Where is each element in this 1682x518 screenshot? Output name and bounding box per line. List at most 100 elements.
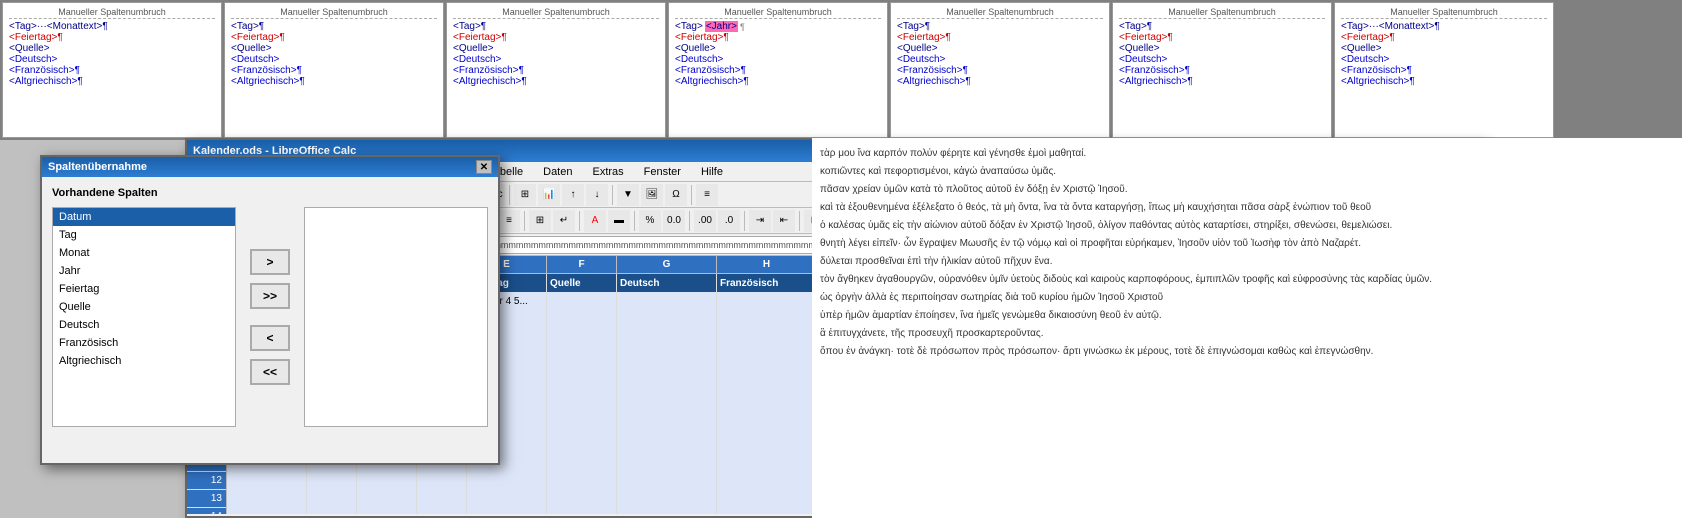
- cell[interactable]: [307, 508, 357, 514]
- cell[interactable]: [547, 508, 617, 514]
- cell[interactable]: [417, 490, 467, 508]
- cell[interactable]: [357, 508, 417, 514]
- cell[interactable]: [617, 436, 717, 454]
- move-left-button[interactable]: <: [250, 325, 290, 351]
- cell[interactable]: [467, 472, 547, 490]
- outdent-button[interactable]: ⇤: [773, 210, 795, 232]
- list-item[interactable]: Deutsch: [53, 316, 235, 334]
- cell[interactable]: [307, 490, 357, 508]
- list-item[interactable]: Quelle: [53, 298, 235, 316]
- dialog-close-button[interactable]: ✕: [476, 160, 492, 174]
- cell[interactable]: [717, 382, 817, 400]
- col-header-g[interactable]: G: [617, 256, 717, 273]
- cell[interactable]: [617, 454, 717, 472]
- cell[interactable]: [717, 508, 817, 514]
- menu-hilfe[interactable]: Hilfe: [697, 164, 727, 180]
- move-all-left-button[interactable]: <<: [250, 359, 290, 385]
- cell[interactable]: [467, 490, 547, 508]
- menu-extras[interactable]: Extras: [588, 164, 627, 180]
- list-item[interactable]: Französisch: [53, 334, 235, 352]
- cell[interactable]: [617, 508, 717, 514]
- cell[interactable]: [417, 508, 467, 514]
- cell[interactable]: [227, 490, 307, 508]
- selected-columns-list[interactable]: [304, 207, 488, 427]
- number-format-button[interactable]: 0.0: [663, 210, 685, 232]
- cell[interactable]: [717, 328, 817, 346]
- cell-h3[interactable]: [717, 310, 817, 328]
- cell[interactable]: [717, 436, 817, 454]
- image-button[interactable]: 🖼: [641, 184, 663, 206]
- wrap-button[interactable]: ↵: [553, 210, 575, 232]
- indent-button[interactable]: ⇥: [749, 210, 771, 232]
- bg-color-button[interactable]: ▬: [608, 210, 630, 232]
- cell-f2[interactable]: [547, 292, 617, 310]
- cell[interactable]: [717, 418, 817, 436]
- cell-f1[interactable]: Quelle: [547, 274, 617, 292]
- spaltenuebernahme-dialog[interactable]: Spaltenübernahme ✕ Vorhandene Spalten Da…: [40, 155, 500, 465]
- filter-button[interactable]: ▼: [617, 184, 639, 206]
- cell-g2[interactable]: [617, 292, 717, 310]
- cell[interactable]: [617, 346, 717, 364]
- special-char-button[interactable]: Ω: [665, 184, 687, 206]
- list-item[interactable]: Altgriechisch: [53, 352, 235, 370]
- cell-g1[interactable]: Deutsch: [617, 274, 717, 292]
- cell[interactable]: [547, 400, 617, 418]
- cell[interactable]: [467, 508, 547, 514]
- cell[interactable]: [547, 454, 617, 472]
- cell[interactable]: [547, 490, 617, 508]
- menu-fenster[interactable]: Fenster: [640, 164, 685, 180]
- cell[interactable]: [307, 472, 357, 490]
- cell[interactable]: [617, 490, 717, 508]
- cell[interactable]: [617, 328, 717, 346]
- cell[interactable]: [227, 472, 307, 490]
- align-justify-button[interactable]: ≡: [498, 210, 520, 232]
- cell[interactable]: [617, 472, 717, 490]
- cell[interactable]: [547, 328, 617, 346]
- list-item[interactable]: Jahr: [53, 262, 235, 280]
- cell[interactable]: [547, 364, 617, 382]
- cell-h2[interactable]: [717, 292, 817, 310]
- more-button[interactable]: ≡: [696, 184, 718, 206]
- cell[interactable]: [547, 346, 617, 364]
- cell[interactable]: [717, 346, 817, 364]
- available-columns-list[interactable]: Datum Tag Monat Jahr Feiertag Quelle Deu…: [52, 207, 236, 427]
- sort-asc-button[interactable]: ↑: [562, 184, 584, 206]
- move-all-right-button[interactable]: >>: [250, 283, 290, 309]
- cell[interactable]: [547, 472, 617, 490]
- cell[interactable]: [617, 418, 717, 436]
- cell[interactable]: [717, 454, 817, 472]
- cell[interactable]: [227, 508, 307, 514]
- remove-decimal-button[interactable]: .0: [718, 210, 740, 232]
- sort-desc-button[interactable]: ↓: [586, 184, 608, 206]
- cell[interactable]: [717, 364, 817, 382]
- table-button[interactable]: ⊞: [514, 184, 536, 206]
- move-right-button[interactable]: >: [250, 249, 290, 275]
- cell[interactable]: [617, 364, 717, 382]
- percent-button[interactable]: %: [639, 210, 661, 232]
- cell-h1[interactable]: Französisch: [717, 274, 817, 292]
- cell[interactable]: [717, 472, 817, 490]
- list-item[interactable]: Feiertag: [53, 280, 235, 298]
- col-header-f[interactable]: F: [547, 256, 617, 273]
- cell[interactable]: [547, 382, 617, 400]
- cell[interactable]: [717, 490, 817, 508]
- list-item[interactable]: Tag: [53, 226, 235, 244]
- add-decimal-button[interactable]: .00: [694, 210, 716, 232]
- font-color-button[interactable]: A: [584, 210, 606, 232]
- col-header-h[interactable]: H: [717, 256, 817, 273]
- list-item[interactable]: Monat: [53, 244, 235, 262]
- cell[interactable]: [417, 472, 467, 490]
- list-item[interactable]: Datum: [53, 208, 235, 226]
- cell[interactable]: [717, 400, 817, 418]
- cell-f3[interactable]: [547, 310, 617, 328]
- cell-g3[interactable]: [617, 310, 717, 328]
- merge-button[interactable]: ⊞: [529, 210, 551, 232]
- cell[interactable]: [357, 490, 417, 508]
- menu-daten[interactable]: Daten: [539, 164, 576, 180]
- cell[interactable]: [617, 382, 717, 400]
- cell[interactable]: [547, 436, 617, 454]
- cell[interactable]: [357, 472, 417, 490]
- cell[interactable]: [547, 418, 617, 436]
- chart-button[interactable]: 📊: [538, 184, 560, 206]
- cell[interactable]: [617, 400, 717, 418]
